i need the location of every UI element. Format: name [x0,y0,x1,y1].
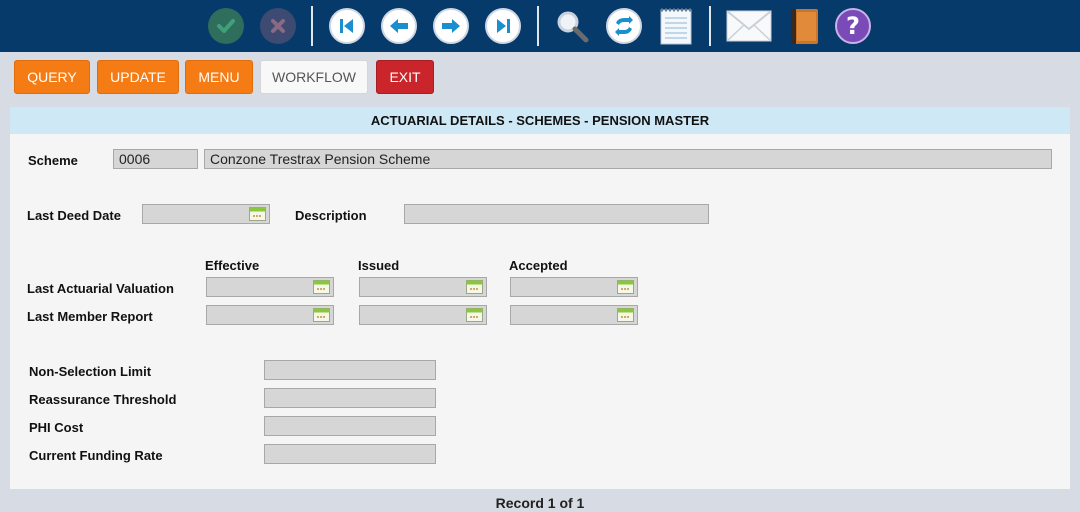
valuation-accepted-field[interactable] [510,277,638,297]
refresh-icon [606,8,642,44]
current-funding-rate-label: Current Funding Rate [29,448,163,463]
effective-column-label: Effective [205,258,260,273]
notes-button[interactable] [658,8,694,45]
search-icon [557,11,589,43]
issued-column-label: Issued [358,258,400,273]
last-actuarial-valuation-label: Last Actuarial Valuation [27,281,174,296]
cancel-icon [260,8,296,44]
last-deed-date-field[interactable] [142,204,270,224]
toolbar-separator [537,6,539,46]
scheme-code-field[interactable]: 0006 [113,149,198,169]
main-toolbar: ? [0,0,1080,52]
update-button[interactable]: UPDATE [97,60,179,94]
non-selection-limit-label: Non-Selection Limit [29,364,152,379]
confirm-button[interactable] [208,8,244,44]
first-record-button[interactable] [329,8,365,44]
current-funding-rate-field[interactable] [264,444,436,464]
scheme-label: Scheme [28,153,78,168]
reassurance-threshold-label: Reassurance Threshold [29,392,177,407]
check-icon [208,8,244,44]
valuation-effective-field[interactable] [206,277,334,297]
previous-record-icon [381,8,417,44]
valuation-issued-field[interactable] [359,277,487,297]
calendar-icon[interactable] [466,308,483,322]
calendar-icon[interactable] [249,207,266,221]
next-record-button[interactable] [433,8,469,44]
cancel-button[interactable] [260,8,296,44]
help-icon: ? [835,8,871,44]
phi-cost-label: PHI Cost [29,420,84,435]
calendar-icon[interactable] [617,280,634,294]
book-button[interactable] [786,8,822,44]
previous-record-button[interactable] [381,8,417,44]
non-selection-limit-field[interactable] [264,360,436,380]
mail-button[interactable] [725,8,773,44]
exit-button[interactable]: EXIT [376,60,434,94]
report-effective-field[interactable] [206,305,334,325]
calendar-icon[interactable] [617,308,634,322]
record-counter: Record 1 of 1 [495,495,585,511]
last-member-report-label: Last Member Report [27,309,153,324]
scheme-name-field[interactable]: Conzone Trestrax Pension Scheme [204,149,1052,169]
description-label: Description [295,208,367,223]
first-record-icon [329,8,365,44]
phi-cost-field[interactable] [264,416,436,436]
reassurance-threshold-field[interactable] [264,388,436,408]
mail-icon [726,10,772,42]
report-accepted-field[interactable] [510,305,638,325]
calendar-icon[interactable] [466,280,483,294]
accepted-column-label: Accepted [509,258,568,273]
toolbar-separator [311,6,313,46]
last-record-icon [485,8,521,44]
query-button[interactable]: QUERY [14,60,90,94]
pension-master-panel: ACTUARIAL DETAILS - SCHEMES - PENSION MA… [10,107,1070,489]
search-button[interactable] [554,8,590,44]
workflow-button[interactable]: WORKFLOW [260,60,368,94]
next-record-icon [433,8,469,44]
last-record-button[interactable] [485,8,521,44]
help-button[interactable]: ? [835,8,871,44]
menu-button[interactable]: MENU [185,60,253,94]
calendar-icon[interactable] [313,308,330,322]
last-deed-date-label: Last Deed Date [27,208,121,223]
notes-icon [660,8,692,45]
book-icon [791,9,818,44]
refresh-button[interactable] [606,8,642,44]
report-issued-field[interactable] [359,305,487,325]
panel-title: ACTUARIAL DETAILS - SCHEMES - PENSION MA… [10,107,1070,134]
toolbar-separator [709,6,711,46]
calendar-icon[interactable] [313,280,330,294]
description-field[interactable] [404,204,709,224]
